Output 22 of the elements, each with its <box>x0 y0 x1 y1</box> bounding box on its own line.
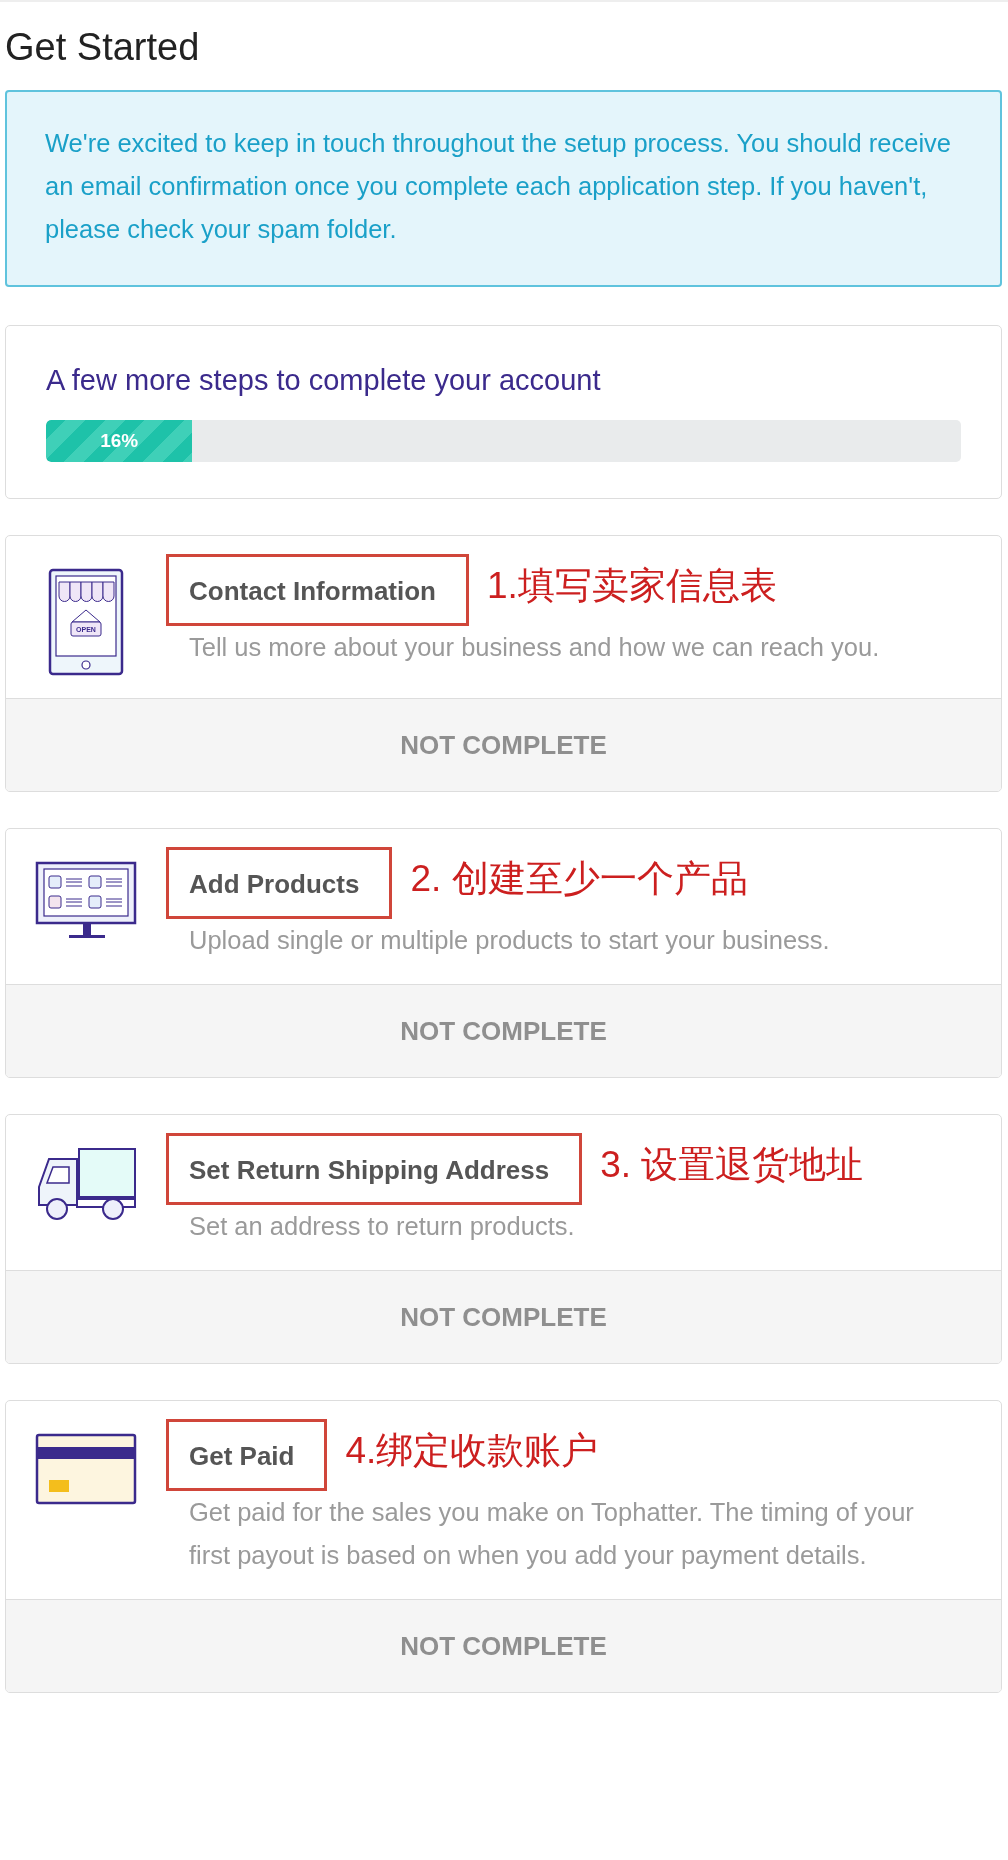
status-label: NOT COMPLETE <box>400 1015 607 1047</box>
monitor-icon <box>35 861 137 941</box>
progress-reading: 16% <box>100 430 139 452</box>
annotation-note: 2. 创建至少一个产品 <box>410 857 748 901</box>
step-description: Get paid for the sales you make on Tophatter. The timing of your first payout is based on when you add your payment details. <box>188 1497 915 1571</box>
annotation-note: 3. 设置退货地址 <box>600 1143 864 1187</box>
info-notice: We're excited to keep in touch throughout the setup process. You should receive an email confirmation once you complete each application step. If you haven't, please check your spam folder. <box>5 90 1002 287</box>
credit-card-icon <box>35 1433 137 1505</box>
status-label: NOT COMPLETE <box>400 729 607 761</box>
step-description: Upload single or multiple products to start your business. <box>188 925 831 956</box>
step-title: Add Products <box>166 847 393 919</box>
step-title: Set Return Shipping Address <box>166 1133 583 1205</box>
step-description: Set an address to return products. <box>188 1211 576 1242</box>
progress-title: A few more steps to complete your account <box>46 363 602 398</box>
step-title: Get Paid <box>166 1419 328 1491</box>
step-title: Contact Information <box>166 554 469 626</box>
annotation-note: 1.填写卖家信息表 <box>487 564 777 608</box>
status-label: NOT COMPLETE <box>400 1301 607 1333</box>
status-label: NOT COMPLETE <box>400 1630 607 1662</box>
annotation-note: 4.绑定收款账户 <box>345 1429 599 1473</box>
page-title: Get Started <box>5 25 201 70</box>
step-description: Tell us more about your business and how we can reach you. <box>188 632 881 663</box>
